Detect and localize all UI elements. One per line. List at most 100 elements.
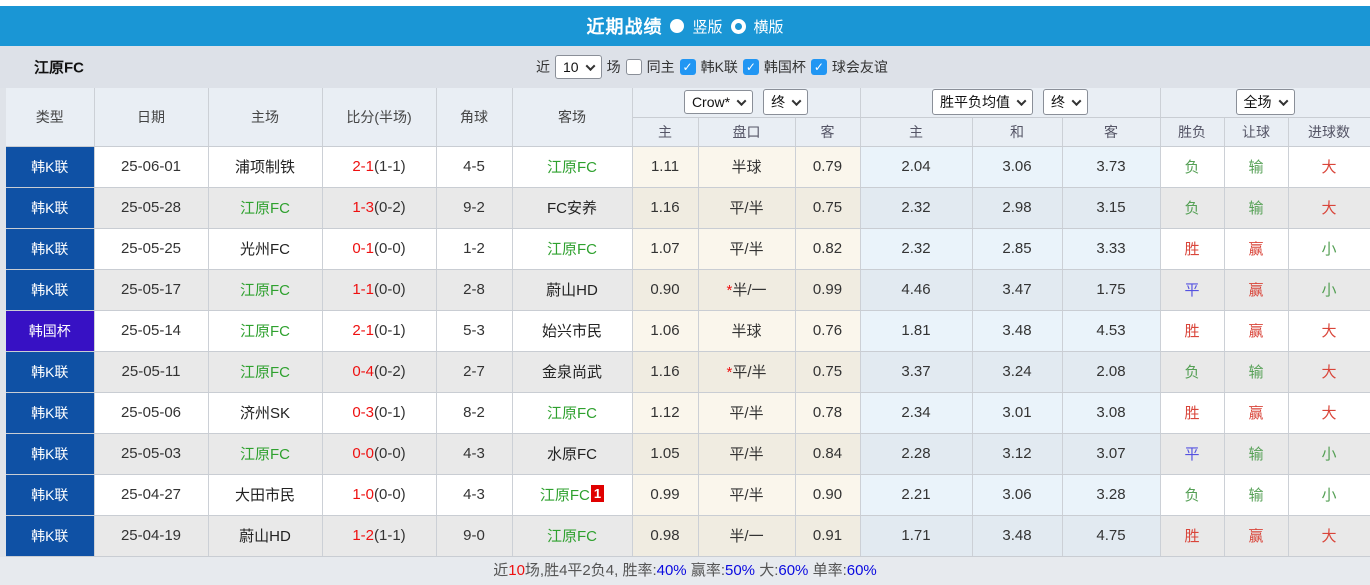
avg-time-value: 终 xyxy=(1051,94,1066,111)
league-friendly-checkbox[interactable]: ✓ xyxy=(810,59,827,75)
league-koreacup-checkbox[interactable]: ✓ xyxy=(742,59,759,75)
handicap-cell: 平/半 xyxy=(698,474,796,516)
home-odds: 1.07 xyxy=(632,228,699,270)
home-odds: 1.16 xyxy=(632,351,699,393)
avg-away-odds: 3.33 xyxy=(1062,228,1161,270)
halftime-score: (0-2) xyxy=(374,363,406,380)
result-handicap: 赢 xyxy=(1224,228,1289,270)
odds-time-select[interactable]: 终 xyxy=(763,89,809,116)
match-row: 韩K联 25-05-17 江原FC 1-1(0-0) 2-8 蔚山HD 0.90 *半/一 0.… xyxy=(6,269,1370,311)
match-date: 25-05-28 xyxy=(94,187,209,229)
home-team: 江原FC xyxy=(208,310,323,352)
halftime-score: (0-0) xyxy=(374,486,406,503)
handicap-cell: 平/半 xyxy=(698,392,796,434)
match-score: 1-0(0-0) xyxy=(322,474,437,516)
halftime-score: (0-0) xyxy=(374,240,406,257)
home-team-name: 江原FC xyxy=(240,282,290,299)
horizontal-layout-label[interactable]: 横版 xyxy=(754,16,784,37)
league-friendly-label[interactable]: 球会友谊 xyxy=(832,57,888,77)
match-row: 韩K联 25-04-27 大田市民 1-0(0-0) 4-3 江原FC 1 0.99 平/半 0.… xyxy=(6,474,1370,516)
result-scope-select[interactable]: 全场 xyxy=(1235,89,1295,116)
home-team-name: 江原FC xyxy=(240,200,290,217)
avg-home-odds: 2.04 xyxy=(860,146,973,188)
avg-away-odds: 4.75 xyxy=(1062,515,1161,557)
home-odds: 1.16 xyxy=(632,187,699,229)
header-away: 客场 xyxy=(512,88,633,147)
home-team-name: 济州SK xyxy=(239,405,290,422)
summary-segment: 近 xyxy=(493,561,509,579)
chevron-down-icon xyxy=(1278,95,1288,106)
avg-home-odds: 4.46 xyxy=(860,269,973,311)
chevron-down-icon xyxy=(736,95,747,106)
handicap-cell: 平/半 xyxy=(698,228,796,270)
fulltime-score: 0-4 xyxy=(352,363,374,380)
results-body: 韩K联 25-06-01 浦项制铁 2-1(1-1) 4-5 江原FC 1.11 半球 0.79… xyxy=(6,146,1370,557)
away-odds: 0.99 xyxy=(795,269,861,311)
away-team: 江原FC xyxy=(512,228,633,270)
results-table: 类型 日期 主场 比分(半场) 角球 客场 Crow* 终 胜平负均值 终 全场… xyxy=(6,88,1370,557)
match-row: 韩K联 25-06-01 浦项制铁 2-1(1-1) 4-5 江原FC 1.11 半球 0.79… xyxy=(6,146,1370,188)
avg-group-header: 胜平负均值 终 xyxy=(860,88,1161,118)
league-type-badge: 韩K联 xyxy=(6,474,95,516)
result-wdl: 胜 xyxy=(1160,515,1225,557)
odds-company-select[interactable]: Crow* xyxy=(683,90,754,115)
away-team-name: 始兴市民 xyxy=(541,323,602,340)
home-odds: 0.90 xyxy=(632,269,699,311)
vertical-layout-radio[interactable] xyxy=(670,19,685,33)
avg-away-odds: 3.15 xyxy=(1062,187,1161,229)
away-team-name: 蔚山HD xyxy=(546,282,598,299)
away-odds: 0.82 xyxy=(795,228,861,270)
match-date: 25-05-06 xyxy=(94,392,209,434)
away-team: 江原FC xyxy=(512,392,633,434)
fulltime-score: 2-1 xyxy=(352,322,374,339)
match-score: 1-3(0-2) xyxy=(322,187,437,229)
result-handicap: 输 xyxy=(1224,433,1289,475)
fulltime-score: 0-1 xyxy=(352,240,374,257)
avg-home-odds: 2.28 xyxy=(860,433,973,475)
corner-score: 1-2 xyxy=(436,228,513,270)
home-team-name: 光州FC xyxy=(240,241,290,258)
match-score: 0-3(0-1) xyxy=(322,392,437,434)
result-goals: 大 xyxy=(1288,187,1370,229)
avg-away-odds: 3.07 xyxy=(1062,433,1161,475)
away-odds: 0.76 xyxy=(795,310,861,352)
summary-segment: 40% xyxy=(656,561,687,579)
team-name: 江原FC xyxy=(34,59,84,77)
fulltime-score: 0-0 xyxy=(352,445,374,462)
avg-type-select[interactable]: 胜平负均值 xyxy=(932,89,1034,116)
avg-draw-odds: 3.12 xyxy=(972,433,1063,475)
league-type-badge: 韩国杯 xyxy=(6,310,95,352)
home-team-name: 江原FC xyxy=(240,323,290,340)
result-scope-value: 全场 xyxy=(1243,94,1272,111)
filter-bar: 江原FC 近 10 场 同主 ✓ 韩K联 ✓ 韩国杯 ✓ 球会友谊 xyxy=(0,46,1370,88)
games-count-select[interactable]: 10 xyxy=(555,55,602,79)
handicap-cell: 半球 xyxy=(698,310,796,352)
match-score: 0-0(0-0) xyxy=(322,433,437,475)
result-handicap: 赢 xyxy=(1224,269,1289,311)
fulltime-score: 1-2 xyxy=(352,527,374,544)
halftime-score: (1-1) xyxy=(374,527,406,544)
horizontal-layout-radio[interactable] xyxy=(730,18,746,34)
league-kleague-label[interactable]: 韩K联 xyxy=(701,57,738,77)
vertical-layout-label[interactable]: 竖版 xyxy=(692,16,722,37)
league-type-badge: 韩K联 xyxy=(6,433,95,475)
subheader-avg-home: 主 xyxy=(860,117,973,147)
league-koreacup-label[interactable]: 韩国杯 xyxy=(764,57,806,77)
avg-away-odds: 3.73 xyxy=(1062,146,1161,188)
league-kleague-checkbox[interactable]: ✓ xyxy=(679,59,696,75)
same-home-label[interactable]: 同主 xyxy=(647,57,675,77)
match-date: 25-05-11 xyxy=(94,351,209,393)
result-goals: 小 xyxy=(1288,228,1370,270)
subheader-avg-draw: 和 xyxy=(972,117,1063,147)
result-wdl: 胜 xyxy=(1160,392,1225,434)
handicap-line: 平/半 xyxy=(732,364,767,381)
same-home-checkbox[interactable] xyxy=(625,59,642,75)
away-team-name: 江原FC xyxy=(547,528,597,545)
away-team: FC安养 xyxy=(512,187,633,229)
away-team: 江原FC 1 xyxy=(512,474,633,516)
header-controls-row: 类型 日期 主场 比分(半场) 角球 客场 Crow* 终 胜平负均值 终 全场 xyxy=(6,88,1370,147)
near-label: 近 xyxy=(536,59,550,75)
result-wdl: 胜 xyxy=(1160,228,1225,270)
avg-away-odds: 4.53 xyxy=(1062,310,1161,352)
avg-time-select[interactable]: 终 xyxy=(1043,89,1089,116)
